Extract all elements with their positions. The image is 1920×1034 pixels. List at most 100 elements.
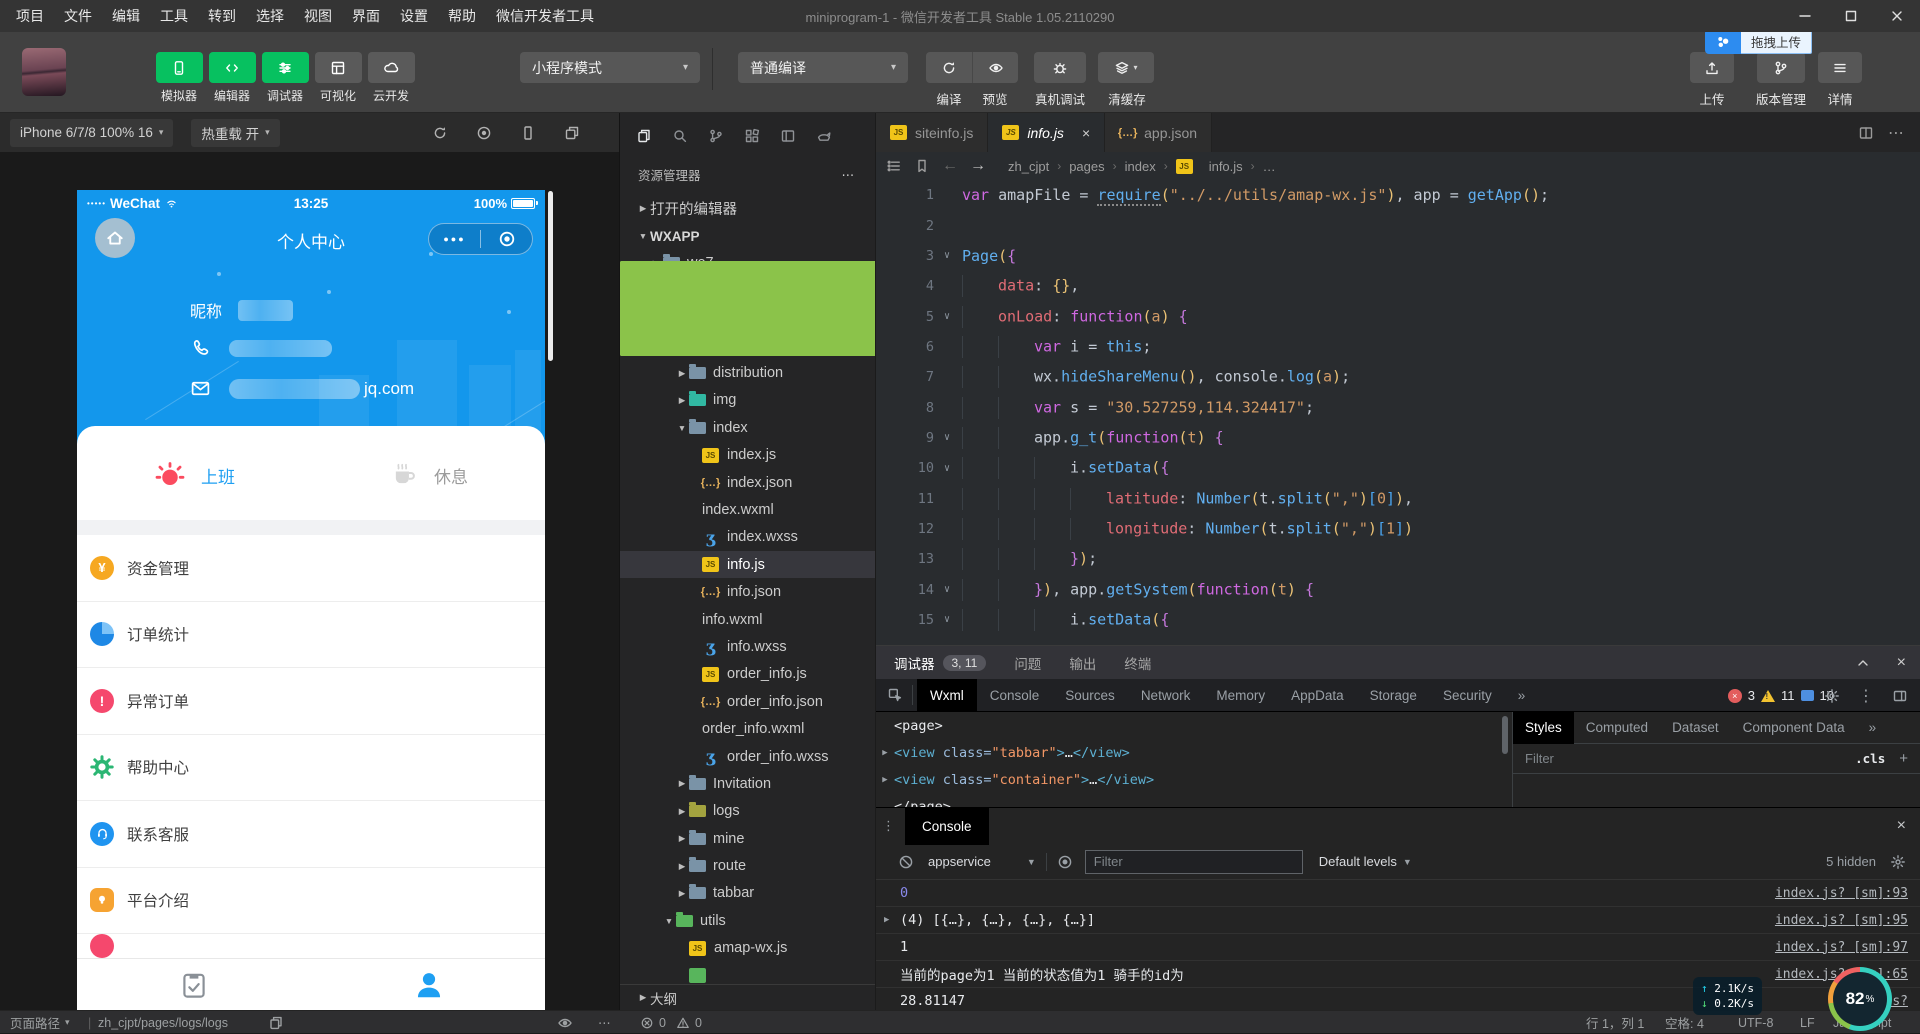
menu-item-联系客服[interactable]: 联系客服	[77, 801, 545, 868]
code-line[interactable]: 6var i = this;	[876, 332, 1920, 362]
layout-icon[interactable]	[780, 128, 796, 144]
close-panel-icon[interactable]: ×	[1897, 654, 1906, 672]
tree-item-info.wxss[interactable]: ʒinfo.wxss	[620, 633, 875, 660]
source-link[interactable]: index.js? [sm]:93	[1775, 886, 1908, 901]
breadcrumb-item[interactable]: …	[1263, 159, 1276, 174]
tree-item-index.json[interactable]: {…}index.json	[620, 469, 875, 496]
menu-item[interactable]: 转到	[198, 6, 246, 26]
menu-item[interactable]: 选择	[246, 6, 294, 26]
menu-item-订单统计[interactable]: 订单统计	[77, 602, 545, 669]
inspect-element-icon[interactable]	[887, 687, 903, 703]
wxml-node[interactable]: </page>	[876, 793, 1500, 807]
minimize-icon[interactable]	[1782, 0, 1828, 32]
console-filter-input[interactable]: Filter	[1085, 850, 1303, 874]
tree-item-tabbar[interactable]: ▶tabbar	[620, 880, 875, 907]
code-line[interactable]: 14∨}), app.getSystem(function(t) {	[876, 574, 1920, 604]
menu-item[interactable]: 帮助	[438, 6, 486, 26]
warning-counter[interactable]: 0	[676, 1011, 702, 1034]
styles-tab-Styles[interactable]: Styles	[1513, 712, 1574, 744]
详情-button[interactable]	[1818, 52, 1862, 83]
menu-item-资金管理[interactable]: ¥资金管理	[77, 535, 545, 602]
search-icon[interactable]	[672, 128, 688, 144]
devtools-tab-Memory[interactable]: Memory	[1203, 679, 1278, 712]
tree-item-order_info.js[interactable]: JSorder_info.js	[620, 661, 875, 688]
page-path-select[interactable]: 页面路径 ▾	[10, 1011, 70, 1034]
tree-item-logs[interactable]: ▶logs	[620, 798, 875, 825]
fold-icon[interactable]: ∨	[934, 584, 960, 595]
panel-toggle-云开发[interactable]: 云开发	[364, 52, 418, 104]
more-icon[interactable]: ●●●	[429, 234, 480, 244]
device-select[interactable]: iPhone 6/7/8 100% 16▾	[10, 119, 173, 147]
eol-setting[interactable]: LF	[1800, 1011, 1815, 1034]
work-status-tab-上班[interactable]: 上班	[77, 445, 311, 505]
blocks-icon[interactable]	[744, 128, 760, 144]
breadcrumb-item[interactable]: pages	[1069, 159, 1104, 174]
menu-item[interactable]: 视图	[294, 6, 342, 26]
tree-item-order_info.wxml[interactable]: <>order_info.wxml	[620, 715, 875, 742]
panel-toggle-调试器[interactable]: 调试器	[258, 52, 312, 104]
fold-icon[interactable]: ∨	[934, 463, 960, 474]
wxml-scrollbar[interactable]	[1502, 716, 1508, 754]
whale-icon[interactable]	[816, 128, 832, 144]
issue-counters[interactable]: × 3 ! 11 10	[1728, 679, 1834, 712]
orders-tab-icon[interactable]	[178, 969, 210, 1001]
hot-reload-toggle[interactable]: 热重载 开▾	[191, 119, 279, 147]
copy-path-icon[interactable]	[268, 1011, 284, 1034]
files-icon[interactable]	[636, 128, 652, 144]
editor-tab-siteinfo.js[interactable]: JSsiteinfo.js	[876, 113, 988, 152]
debug-panel-tab-终端[interactable]: 终端	[1124, 653, 1151, 673]
performance-gauge[interactable]: 82%	[1828, 967, 1892, 1031]
panel-toggle-可视化[interactable]: 可视化	[311, 52, 365, 104]
panel-toggle-模拟器[interactable]: 模拟器	[152, 52, 206, 104]
menu-item-partial[interactable]	[77, 934, 545, 959]
版本管理-button[interactable]	[1757, 52, 1805, 83]
devtools-tab-Security[interactable]: Security	[1430, 679, 1505, 712]
tree-item-mine[interactable]: ▶mine	[620, 825, 875, 852]
styles-filter-input[interactable]: Filter	[1525, 751, 1554, 766]
tree-item-order_info.wxss[interactable]: ʒorder_info.wxss	[620, 743, 875, 770]
tree-item-info.js[interactable]: JSinfo.js	[620, 551, 875, 578]
editor-tab-info.js[interactable]: JSinfo.js×	[988, 113, 1105, 152]
tree-item-utils[interactable]: ▼utils	[620, 907, 875, 934]
menu-item[interactable]: 设置	[390, 6, 438, 26]
maximize-icon[interactable]	[1828, 0, 1874, 32]
menu-item[interactable]: 微信开发者工具	[486, 6, 604, 26]
fold-icon[interactable]: ∨	[934, 311, 960, 322]
code-line[interactable]: 9∨app.g_t(function(t) {	[876, 423, 1920, 453]
fold-icon[interactable]: ∨	[934, 432, 960, 443]
menu-item[interactable]: 编辑	[102, 6, 150, 26]
log-levels-select[interactable]: Default levels ▼	[1319, 854, 1412, 869]
styles-tab-Dataset[interactable]: Dataset	[1660, 712, 1731, 744]
console-log-row[interactable]: 当前的page为1 当前的状态值为1 骑手的id为index.js? [sm]:…	[876, 961, 1920, 988]
tree-item-clipped[interactable]	[620, 962, 875, 984]
bookmark-icon[interactable]	[914, 158, 930, 174]
breadcrumb-item[interactable]: zh_cjpt	[1008, 159, 1049, 174]
styles-tab-Computed[interactable]: Computed	[1574, 712, 1660, 744]
capsule-menu[interactable]: ●●●	[428, 223, 533, 255]
code-line[interactable]: 8var s = "30.527259,114.324417";	[876, 392, 1920, 422]
simulator-scrollbar[interactable]	[548, 191, 553, 361]
console-close-icon[interactable]: ×	[1897, 817, 1906, 835]
console-settings-icon[interactable]	[1890, 854, 1906, 870]
tree-item-amap-wx.js[interactable]: JSamap-wx.js	[620, 935, 875, 962]
editor-more-icon[interactable]: ⋯	[1888, 123, 1904, 143]
tree-item-img[interactable]: ▶img	[620, 387, 875, 414]
code-line[interactable]: 12longitude: Number(t.split(",")[1])	[876, 514, 1920, 544]
fold-icon[interactable]: ∨	[934, 250, 960, 261]
code-line[interactable]: 5∨onLoad: function(a) {	[876, 301, 1920, 331]
source-link[interactable]: index.js? [sm]:97	[1775, 940, 1908, 955]
breadcrumb-item[interactable]: info.js	[1209, 159, 1243, 174]
devtools-menu-icon[interactable]: ⋮	[1858, 686, 1874, 706]
dock-side-icon[interactable]	[1892, 688, 1908, 704]
nav-back-icon[interactable]: ←	[942, 157, 958, 175]
devtools-tab-Network[interactable]: Network	[1128, 679, 1204, 712]
nav-forward-icon[interactable]: →	[970, 157, 986, 175]
code-line[interactable]: 10∨i.setData({	[876, 453, 1920, 483]
menu-item[interactable]: 文件	[54, 6, 102, 26]
outline-section[interactable]: ▶ 大纲	[620, 984, 875, 1010]
console-log-row[interactable]: 0index.js? [sm]:93	[876, 880, 1920, 907]
上传-button[interactable]	[1690, 52, 1734, 83]
live-expression-icon[interactable]	[1057, 854, 1073, 870]
close-tab-icon[interactable]: ×	[1082, 125, 1090, 141]
wxml-node[interactable]: ▶<view class="container">…</view>	[876, 766, 1500, 793]
